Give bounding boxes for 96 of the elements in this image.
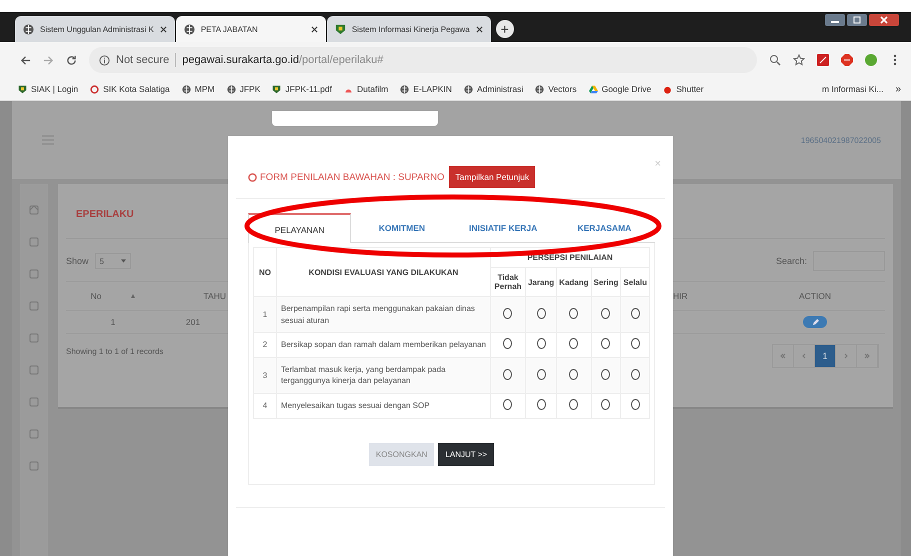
bookmark[interactable]: SIK Kota Salatiga [90, 84, 170, 94]
radio-button[interactable] [569, 308, 578, 320]
tab[interactable]: KERJASAMA [554, 213, 655, 242]
double-chevron-icon [864, 353, 870, 359]
radio-button[interactable] [601, 308, 610, 320]
show-instructions-button[interactable]: Tampilkan Petunjuk [449, 166, 536, 188]
double-chevron-icon [780, 353, 786, 359]
close-icon[interactable] [476, 26, 483, 32]
radio-button[interactable] [630, 368, 640, 380]
radio-button[interactable] [536, 399, 546, 410]
address-field[interactable]: Not secure pegawai.surakarta.go.id/portal/eperilaku# [89, 47, 757, 73]
pencil-icon [812, 318, 818, 326]
table-cell: Terlambat masuk kerja, yang berdampak pada terganggunya kinerja dan pelayanan [276, 357, 490, 394]
chevron-right-icon [843, 353, 849, 359]
close-icon[interactable] [160, 26, 167, 32]
triangle-icon [588, 84, 598, 94]
edit-button[interactable] [803, 316, 827, 328]
column-header: NO [254, 248, 276, 296]
tab[interactable]: KOMITMEN [351, 213, 452, 242]
form-button[interactable]: LANJUT >> [438, 442, 494, 466]
caret-icon [120, 259, 126, 263]
badge-icon [248, 172, 257, 182]
info-icon [99, 54, 110, 66]
table-cell: 4 [254, 393, 276, 418]
globe-icon [226, 84, 236, 94]
bookmark[interactable]: MPM [182, 84, 215, 94]
browser-tab[interactable]: Sistem Informasi Kinerja Pegawa [326, 16, 491, 42]
reload-icon[interactable] [66, 54, 77, 66]
table-cell: 1 [66, 311, 160, 334]
adblock-icon[interactable] [841, 54, 853, 66]
chevron-left-icon [801, 353, 807, 359]
table-cell: Bersikap sopan dan ramah dalam memberikan pelayanan [276, 332, 490, 358]
browser-tab[interactable]: PETA JABATAN [176, 16, 326, 42]
user-id: 196504021987022005 [800, 136, 881, 144]
bookmark[interactable]: Shutter [663, 84, 704, 94]
profile-icon[interactable] [865, 54, 877, 66]
ring-icon [90, 84, 100, 94]
bookmark[interactable]: E-LAPKIN [400, 84, 452, 94]
page-button[interactable]: 1 [815, 345, 836, 367]
table-cell: 1 [254, 296, 276, 333]
globe-icon [400, 84, 410, 94]
dot-icon [663, 84, 672, 94]
radio-button[interactable] [601, 368, 610, 380]
tab[interactable]: PELAYANAN [248, 213, 352, 243]
radio-button[interactable] [536, 368, 546, 380]
modal-title: FORM PENILAIAN BAWAHAN : SUPARNO [260, 172, 444, 182]
radio-button[interactable] [569, 368, 578, 380]
bookmark[interactable]: SIAK | Login [18, 84, 78, 94]
bookmark[interactable]: JFPK-11.pdf [272, 84, 332, 94]
radio-button[interactable] [630, 338, 640, 350]
globe-icon [182, 84, 191, 94]
bookmark[interactable]: Administrasi [464, 84, 524, 94]
browser-tab[interactable]: Sistem Unggulan Administrasi K [15, 16, 175, 42]
radio-button[interactable] [630, 399, 640, 410]
radio-button[interactable] [503, 308, 512, 320]
more-bookmarks-button[interactable]: » [895, 84, 901, 94]
new-tab-button[interactable]: + [496, 20, 514, 38]
radio-button[interactable] [503, 338, 512, 350]
show-label: Show [66, 256, 89, 266]
radio-button[interactable] [601, 399, 610, 410]
table-cell: Berpenampilan rapi serta menggunakan pakaian dinas sesuai aturan [276, 296, 490, 333]
globe-icon [535, 84, 544, 94]
column-group-header: PERSEPSI PENILAIAN [490, 248, 650, 268]
radio-button[interactable] [503, 399, 512, 410]
table-cell: Menyelesaikan tugas sesuai dengan SOP [276, 393, 490, 418]
close-icon[interactable] [310, 26, 318, 32]
table-cell: 2 [254, 332, 276, 358]
shield-icon [18, 84, 27, 94]
records-info: Showing 1 to 1 of 1 records [66, 346, 164, 356]
bookmark[interactable]: Vectors [535, 84, 577, 94]
radio-button[interactable] [601, 338, 610, 350]
bookmark[interactable]: Google Drive [588, 84, 652, 94]
star-icon[interactable] [793, 54, 805, 66]
radio-button[interactable] [630, 308, 640, 320]
radio-button[interactable] [536, 308, 546, 320]
globe-icon [464, 84, 473, 94]
bookmark[interactable]: Dutafilm [344, 84, 388, 94]
pdf-extension-icon[interactable] [817, 54, 829, 66]
minimize-icon[interactable] [825, 14, 845, 26]
globe-icon [184, 24, 195, 34]
radio-button[interactable] [503, 368, 512, 380]
radio-button[interactable] [569, 338, 578, 350]
back-icon[interactable] [20, 54, 31, 66]
radio-button[interactable] [569, 399, 578, 410]
sort-icon [131, 294, 136, 298]
bookmark[interactable]: m Informasi Ki... [822, 84, 884, 94]
globe-icon [23, 24, 34, 34]
radio-button[interactable] [536, 338, 546, 350]
shield-icon [272, 84, 282, 94]
bookmark[interactable]: JFPK [226, 84, 260, 94]
zoom-icon[interactable] [769, 54, 781, 66]
table-cell: 3 [254, 357, 276, 394]
search-label: Search: [776, 256, 807, 266]
shield-icon [334, 24, 346, 34]
tab[interactable]: INISIATIF KERJA [452, 213, 554, 242]
maximize-icon[interactable] [847, 14, 867, 26]
